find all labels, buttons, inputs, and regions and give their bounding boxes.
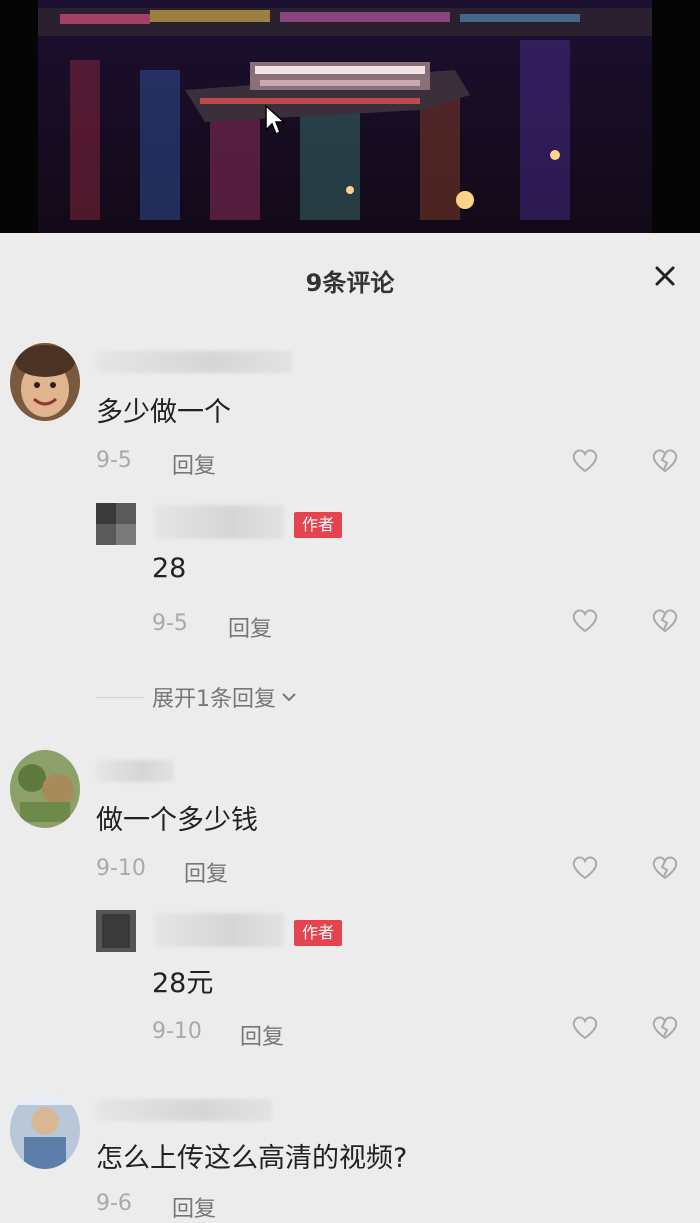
broken-heart-icon[interactable]	[650, 445, 680, 475]
close-icon[interactable]	[650, 261, 680, 291]
heart-icon[interactable]	[570, 605, 600, 635]
expand-replies-button[interactable]: 展开1条回复	[96, 681, 298, 713]
comments-panel: 9条评论 多少做一个 9-5 回复 作者 28 9-5 回复 展开1条回复 做一…	[0, 233, 700, 1222]
reply-button[interactable]: 回复	[228, 611, 272, 643]
avatar[interactable]	[10, 343, 80, 421]
author-badge: 作者	[294, 512, 343, 538]
reply-date: 9-5	[152, 611, 188, 636]
author-badge: 作者	[294, 920, 343, 946]
comment-date: 9-5	[96, 448, 132, 473]
video-player[interactable]	[0, 0, 700, 233]
author-avatar[interactable]	[96, 910, 136, 952]
username-blurred[interactable]	[96, 760, 174, 782]
reply-button[interactable]: 回复	[172, 1191, 216, 1223]
comment-text: 做一个多少钱	[96, 805, 258, 836]
cursor-arrow-icon	[265, 104, 286, 136]
heart-icon[interactable]	[570, 852, 600, 882]
broken-heart-icon[interactable]	[650, 605, 680, 635]
username-blurred[interactable]	[96, 351, 292, 373]
heart-icon[interactable]	[570, 1012, 600, 1042]
broken-heart-icon[interactable]	[650, 1012, 680, 1042]
username-blurred[interactable]	[96, 1099, 272, 1121]
reply-text: 28	[152, 553, 187, 584]
avatar[interactable]	[10, 750, 80, 828]
reply-button[interactable]: 回复	[184, 856, 228, 888]
heart-icon[interactable]	[570, 445, 600, 475]
author-name-blurred[interactable]	[154, 913, 284, 947]
avatar[interactable]	[10, 1091, 80, 1169]
comment-text: 多少做一个	[96, 397, 231, 428]
panel-title: 9条评论	[305, 269, 395, 297]
reply-date: 9-10	[152, 1019, 202, 1044]
comment-text: 怎么上传这么高清的视频?	[96, 1143, 408, 1174]
reply-text: 28元	[152, 968, 214, 999]
reply-button[interactable]: 回复	[240, 1019, 284, 1051]
expand-replies-label: 展开1条回复	[152, 687, 276, 712]
chevron-down-icon	[282, 693, 296, 702]
video-frame	[0, 0, 700, 233]
divider	[96, 696, 144, 698]
comment-date: 9-6	[96, 1191, 132, 1216]
comment-date: 9-10	[96, 856, 146, 881]
broken-heart-icon[interactable]	[650, 852, 680, 882]
author-name-blurred[interactable]	[154, 505, 284, 539]
reply-button[interactable]: 回复	[172, 448, 216, 480]
author-avatar[interactable]	[96, 503, 136, 545]
